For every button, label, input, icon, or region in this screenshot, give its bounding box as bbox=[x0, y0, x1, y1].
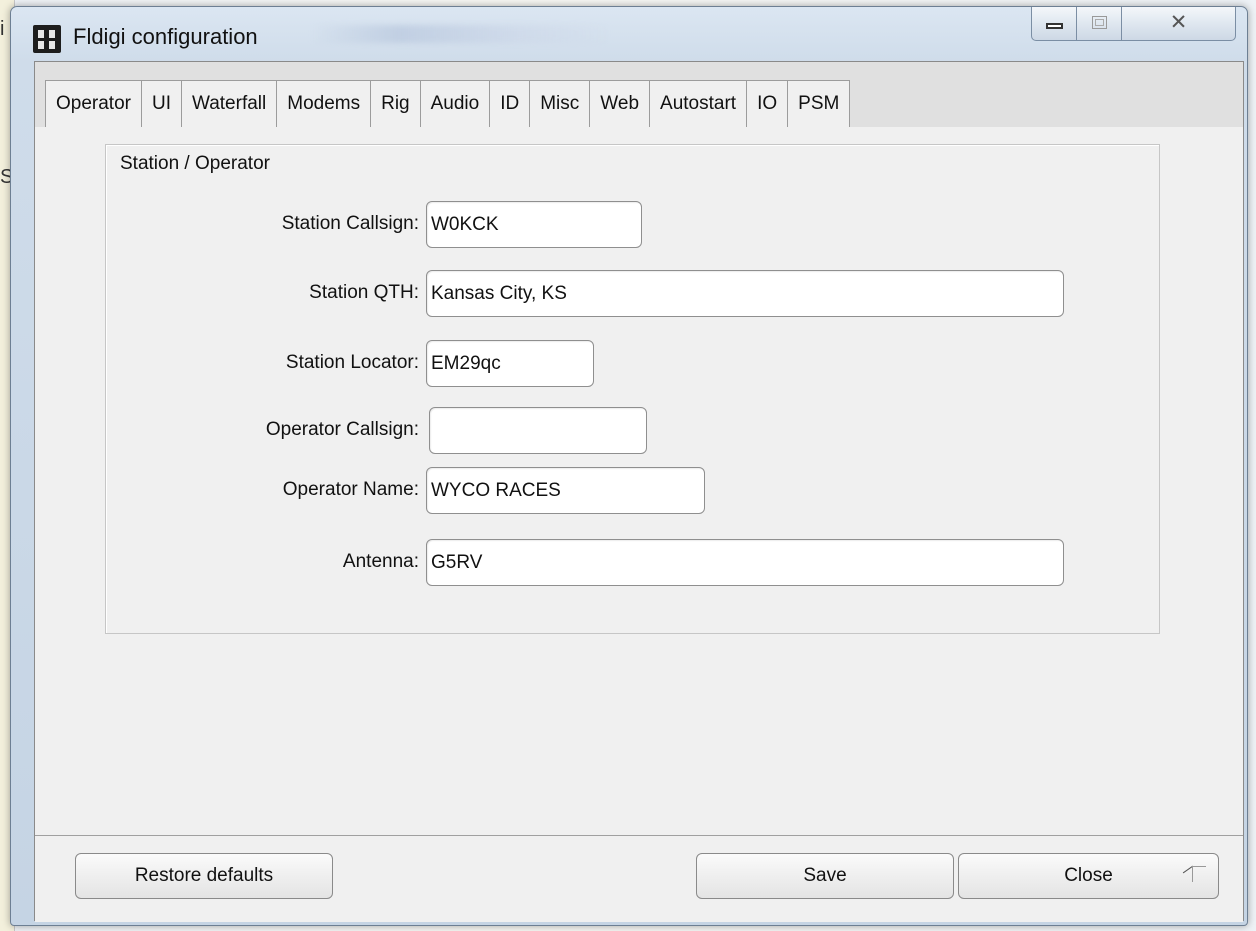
tab-waterfall[interactable]: Waterfall bbox=[180, 80, 278, 127]
minimize-button[interactable] bbox=[1031, 7, 1077, 41]
tab-operator[interactable]: Operator bbox=[45, 80, 142, 128]
tab-io[interactable]: IO bbox=[746, 80, 789, 127]
tab-modems[interactable]: Modems bbox=[276, 80, 372, 127]
tab-psm[interactable]: PSM bbox=[787, 80, 851, 127]
antenna-input[interactable]: G5RV bbox=[426, 539, 1064, 586]
close-button-label: Close bbox=[1064, 865, 1113, 886]
background-fragment: i bbox=[0, 18, 5, 40]
fldigi-app-icon[interactable] bbox=[33, 25, 61, 53]
operator-name-input[interactable]: WYCO RACES bbox=[426, 467, 705, 514]
minimize-icon bbox=[1046, 23, 1063, 29]
station-callsign-input[interactable]: W0KCK bbox=[426, 201, 642, 248]
operator-callsign-label: Operator Callsign: bbox=[265, 419, 419, 440]
title-bar[interactable]: Fldigi configuration ✕ bbox=[11, 7, 1247, 63]
operator-name-row: Operator Name: WYCO RACES bbox=[106, 467, 1159, 515]
operator-name-label: Operator Name: bbox=[282, 479, 419, 500]
close-icon: ✕ bbox=[1169, 10, 1188, 34]
tab-web[interactable]: Web bbox=[589, 80, 651, 127]
operator-callsign-input[interactable] bbox=[429, 407, 647, 454]
station-qth-row: Station QTH: Kansas City, KS bbox=[106, 270, 1159, 318]
tab-id[interactable]: ID bbox=[489, 80, 531, 127]
button-bar: Restore defaults Save Close bbox=[35, 835, 1243, 922]
operator-tab-page: Station / Operator Station Callsign: W0K… bbox=[35, 127, 1243, 835]
antenna-row: Antenna: G5RV bbox=[106, 539, 1159, 587]
station-operator-group: Station / Operator Station Callsign: W0K… bbox=[105, 144, 1160, 634]
close-window-button[interactable]: ✕ bbox=[1121, 7, 1236, 41]
station-locator-input[interactable]: EM29qc bbox=[426, 340, 594, 387]
tab-misc[interactable]: Misc bbox=[529, 80, 591, 127]
antenna-label: Antenna: bbox=[342, 551, 419, 572]
station-callsign-label: Station Callsign: bbox=[281, 213, 419, 234]
tab-bar: Operator UI Waterfall Modems Rig Audio I… bbox=[35, 62, 1243, 128]
dialog-client-area: Operator UI Waterfall Modems Rig Audio I… bbox=[34, 61, 1244, 922]
tab-list: Operator UI Waterfall Modems Rig Audio I… bbox=[45, 80, 851, 128]
window-title: Fldigi configuration bbox=[73, 24, 258, 49]
operator-callsign-row: Operator Callsign: bbox=[106, 407, 1159, 455]
station-callsign-row: Station Callsign: W0KCK bbox=[106, 201, 1159, 249]
tab-ui[interactable]: UI bbox=[140, 80, 182, 127]
station-qth-input[interactable]: Kansas City, KS bbox=[426, 270, 1064, 317]
tab-autostart[interactable]: Autostart bbox=[649, 80, 748, 127]
title-bar-blur bbox=[311, 25, 611, 43]
station-locator-row: Station Locator: EM29qc bbox=[106, 340, 1159, 388]
tab-rig[interactable]: Rig bbox=[370, 80, 421, 127]
station-locator-label: Station Locator: bbox=[285, 352, 419, 373]
station-qth-label: Station QTH: bbox=[309, 282, 419, 303]
resize-grip-icon[interactable] bbox=[1179, 856, 1209, 886]
save-button[interactable]: Save bbox=[696, 853, 954, 899]
maximize-icon bbox=[1092, 16, 1107, 29]
maximize-button[interactable] bbox=[1076, 7, 1122, 41]
restore-defaults-button[interactable]: Restore defaults bbox=[75, 853, 333, 899]
fldigi-configuration-window: Fldigi configuration ✕ Operator UI Water… bbox=[10, 6, 1248, 926]
group-label: Station / Operator bbox=[120, 153, 270, 174]
tab-audio[interactable]: Audio bbox=[419, 80, 491, 127]
